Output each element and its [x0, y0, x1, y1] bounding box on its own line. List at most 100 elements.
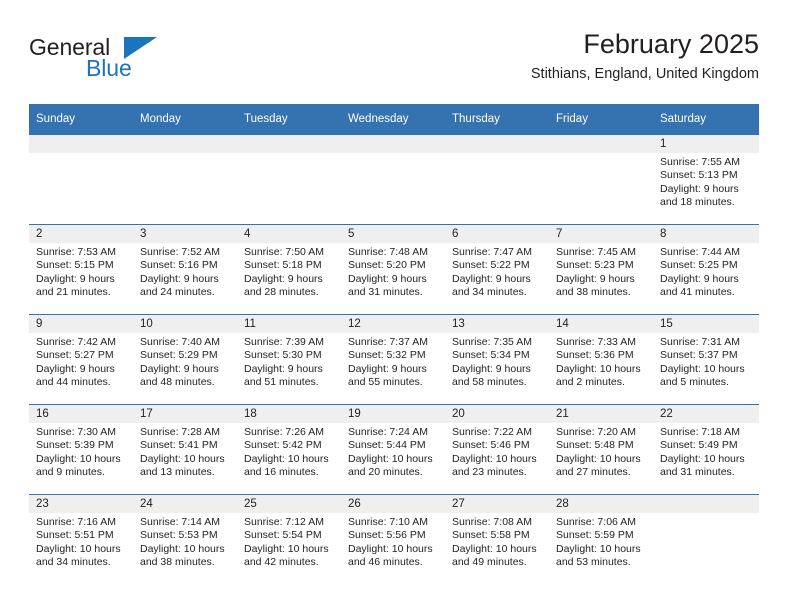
sunrise-text: Sunrise: 7:50 AM: [244, 246, 324, 258]
sunrise-text: Sunrise: 7:06 AM: [556, 516, 636, 528]
daylight-text: Daylight: 10 hours and 5 minutes.: [660, 362, 745, 389]
calendar-week-row: 9 Sunrise: 7:42 AM Sunset: 5:27 PM Daylight…: [29, 314, 759, 405]
calendar-day-cell[interactable]: 21 Sunrise: 7:20 AM Sunset: 5:48 PM Dayligh…: [549, 404, 653, 495]
day-details: Sunrise: 7:37 AM Sunset: 5:32 PM Daylight:…: [341, 333, 445, 390]
calendar-cell-empty: [549, 134, 653, 225]
calendar-day-cell[interactable]: 4 Sunrise: 7:50 AM Sunset: 5:18 PM Daylight…: [237, 224, 341, 315]
logo-text-blue: Blue: [86, 55, 132, 81]
day-number: [653, 495, 759, 513]
day-details: Sunrise: 7:39 AM Sunset: 5:30 PM Daylight:…: [237, 333, 341, 390]
day-number: 2: [29, 225, 133, 243]
calendar-day-cell[interactable]: 9 Sunrise: 7:42 AM Sunset: 5:27 PM Daylight…: [29, 314, 133, 405]
sunset-text: Sunset: 5:25 PM: [660, 259, 738, 272]
daylight-text: Daylight: 10 hours and 46 minutes.: [348, 542, 433, 569]
weekday-header-monday: Monday: [133, 104, 237, 135]
day-number: 6: [445, 225, 549, 243]
day-details: Sunrise: 7:47 AM Sunset: 5:22 PM Daylight:…: [445, 243, 549, 300]
calendar-header-row: Sunday Monday Tuesday Wednesday Thursday…: [29, 104, 759, 135]
daylight-text: Daylight: 10 hours and 49 minutes.: [452, 542, 537, 569]
calendar-day-cell[interactable]: 3 Sunrise: 7:52 AM Sunset: 5:16 PM Daylight…: [133, 224, 237, 315]
sunset-text: Sunset: 5:48 PM: [556, 439, 634, 452]
day-number: 26: [341, 495, 445, 513]
sunset-text: Sunset: 5:37 PM: [660, 349, 738, 362]
calendar-day-cell[interactable]: 5 Sunrise: 7:48 AM Sunset: 5:20 PM Daylight…: [341, 224, 445, 315]
sunrise-text: Sunrise: 7:28 AM: [140, 426, 220, 438]
month-calendar: Sunday Monday Tuesday Wednesday Thursday…: [29, 104, 759, 584]
calendar-day-cell[interactable]: 25 Sunrise: 7:12 AM Sunset: 5:54 PM Dayligh…: [237, 494, 341, 584]
sunrise-text: Sunrise: 7:08 AM: [452, 516, 532, 528]
sunrise-text: Sunrise: 7:53 AM: [36, 246, 116, 258]
daylight-text: Daylight: 9 hours and 51 minutes.: [244, 362, 323, 389]
daylight-text: Daylight: 9 hours and 31 minutes.: [348, 272, 427, 299]
day-number: 4: [237, 225, 341, 243]
day-details: Sunrise: 7:42 AM Sunset: 5:27 PM Daylight:…: [29, 333, 133, 390]
sunrise-text: Sunrise: 7:12 AM: [244, 516, 324, 528]
calendar-day-cell[interactable]: 22 Sunrise: 7:18 AM Sunset: 5:49 PM Dayligh…: [653, 404, 759, 495]
sunset-text: Sunset: 5:32 PM: [348, 349, 426, 362]
calendar-cell-empty: [133, 134, 237, 225]
day-details: Sunrise: 7:40 AM Sunset: 5:29 PM Daylight:…: [133, 333, 237, 390]
calendar-week-row: 2 Sunrise: 7:53 AM Sunset: 5:15 PM Daylight…: [29, 224, 759, 315]
sunset-text: Sunset: 5:53 PM: [140, 529, 218, 542]
day-number: [445, 135, 549, 153]
calendar-day-cell[interactable]: 23 Sunrise: 7:16 AM Sunset: 5:51 PM Dayligh…: [29, 494, 133, 584]
sunset-text: Sunset: 5:36 PM: [556, 349, 634, 362]
daylight-text: Daylight: 9 hours and 55 minutes.: [348, 362, 427, 389]
calendar-cell-empty: [237, 134, 341, 225]
daylight-text: Daylight: 9 hours and 34 minutes.: [452, 272, 531, 299]
calendar-cell-empty: [653, 494, 759, 584]
day-number: 13: [445, 315, 549, 333]
logo-general-blue[interactable]: General Blue: [29, 34, 219, 86]
calendar-day-cell[interactable]: 20 Sunrise: 7:22 AM Sunset: 5:46 PM Dayligh…: [445, 404, 549, 495]
day-details: Sunrise: 7:45 AM Sunset: 5:23 PM Daylight:…: [549, 243, 653, 300]
day-number: 21: [549, 405, 653, 423]
calendar-day-cell[interactable]: 12 Sunrise: 7:37 AM Sunset: 5:32 PM Dayligh…: [341, 314, 445, 405]
calendar-day-cell[interactable]: 7 Sunrise: 7:45 AM Sunset: 5:23 PM Daylight…: [549, 224, 653, 315]
calendar-day-cell[interactable]: 28 Sunrise: 7:06 AM Sunset: 5:59 PM Dayligh…: [549, 494, 653, 584]
calendar-day-cell[interactable]: 6 Sunrise: 7:47 AM Sunset: 5:22 PM Daylight…: [445, 224, 549, 315]
calendar-day-cell[interactable]: 27 Sunrise: 7:08 AM Sunset: 5:58 PM Dayligh…: [445, 494, 549, 584]
calendar-day-cell[interactable]: 26 Sunrise: 7:10 AM Sunset: 5:56 PM Dayligh…: [341, 494, 445, 584]
day-details: Sunrise: 7:14 AM Sunset: 5:53 PM Daylight:…: [133, 513, 237, 570]
daylight-text: Daylight: 10 hours and 38 minutes.: [140, 542, 225, 569]
calendar-day-cell[interactable]: 2 Sunrise: 7:53 AM Sunset: 5:15 PM Daylight…: [29, 224, 133, 315]
sunrise-text: Sunrise: 7:44 AM: [660, 246, 740, 258]
day-details: Sunrise: 7:52 AM Sunset: 5:16 PM Daylight:…: [133, 243, 237, 300]
calendar-day-cell[interactable]: 11 Sunrise: 7:39 AM Sunset: 5:30 PM Dayligh…: [237, 314, 341, 405]
day-number: 27: [445, 495, 549, 513]
day-details: Sunrise: 7:26 AM Sunset: 5:42 PM Daylight:…: [237, 423, 341, 480]
calendar-day-cell[interactable]: 16 Sunrise: 7:30 AM Sunset: 5:39 PM Dayligh…: [29, 404, 133, 495]
calendar-day-cell[interactable]: 17 Sunrise: 7:28 AM Sunset: 5:41 PM Dayligh…: [133, 404, 237, 495]
calendar-day-cell[interactable]: 24 Sunrise: 7:14 AM Sunset: 5:53 PM Dayligh…: [133, 494, 237, 584]
daylight-text: Daylight: 9 hours and 41 minutes.: [660, 272, 739, 299]
day-details: Sunrise: 7:30 AM Sunset: 5:39 PM Daylight:…: [29, 423, 133, 480]
sunset-text: Sunset: 5:58 PM: [452, 529, 530, 542]
page-title: February 2025: [583, 29, 759, 59]
day-number: 24: [133, 495, 237, 513]
calendar-day-cell[interactable]: 13 Sunrise: 7:35 AM Sunset: 5:34 PM Dayligh…: [445, 314, 549, 405]
calendar-page: General Blue February 2025 Stithians, En…: [0, 0, 792, 612]
calendar-day-cell[interactable]: 19 Sunrise: 7:24 AM Sunset: 5:44 PM Dayligh…: [341, 404, 445, 495]
page-subtitle: Stithians, England, United Kingdom: [530, 66, 759, 82]
day-number: 9: [29, 315, 133, 333]
calendar-week-row: 23 Sunrise: 7:16 AM Sunset: 5:51 PM Dayligh…: [29, 494, 759, 584]
calendar-cell-empty: [445, 134, 549, 225]
sunrise-text: Sunrise: 7:31 AM: [660, 336, 740, 348]
calendar-day-cell[interactable]: 10 Sunrise: 7:40 AM Sunset: 5:29 PM Dayligh…: [133, 314, 237, 405]
page-header: General Blue February 2025 Stithians, En…: [29, 28, 759, 90]
sunset-text: Sunset: 5:20 PM: [348, 259, 426, 272]
daylight-text: Daylight: 10 hours and 13 minutes.: [140, 452, 225, 479]
calendar-day-cell[interactable]: 15 Sunrise: 7:31 AM Sunset: 5:37 PM Dayligh…: [653, 314, 759, 405]
day-number: 11: [237, 315, 341, 333]
sunset-text: Sunset: 5:16 PM: [140, 259, 218, 272]
calendar-day-cell[interactable]: 1 Sunrise: 7:55 AM Sunset: 5:13 PM Daylight…: [653, 134, 759, 225]
daylight-text: Daylight: 10 hours and 20 minutes.: [348, 452, 433, 479]
daylight-text: Daylight: 9 hours and 18 minutes.: [660, 182, 739, 209]
sunrise-text: Sunrise: 7:52 AM: [140, 246, 220, 258]
calendar-day-cell[interactable]: 18 Sunrise: 7:26 AM Sunset: 5:42 PM Dayligh…: [237, 404, 341, 495]
calendar-day-cell[interactable]: 8 Sunrise: 7:44 AM Sunset: 5:25 PM Daylight…: [653, 224, 759, 315]
day-number: [237, 135, 341, 153]
day-details: Sunrise: 7:24 AM Sunset: 5:44 PM Daylight:…: [341, 423, 445, 480]
calendar-day-cell[interactable]: 14 Sunrise: 7:33 AM Sunset: 5:36 PM Dayligh…: [549, 314, 653, 405]
day-number: 18: [237, 405, 341, 423]
